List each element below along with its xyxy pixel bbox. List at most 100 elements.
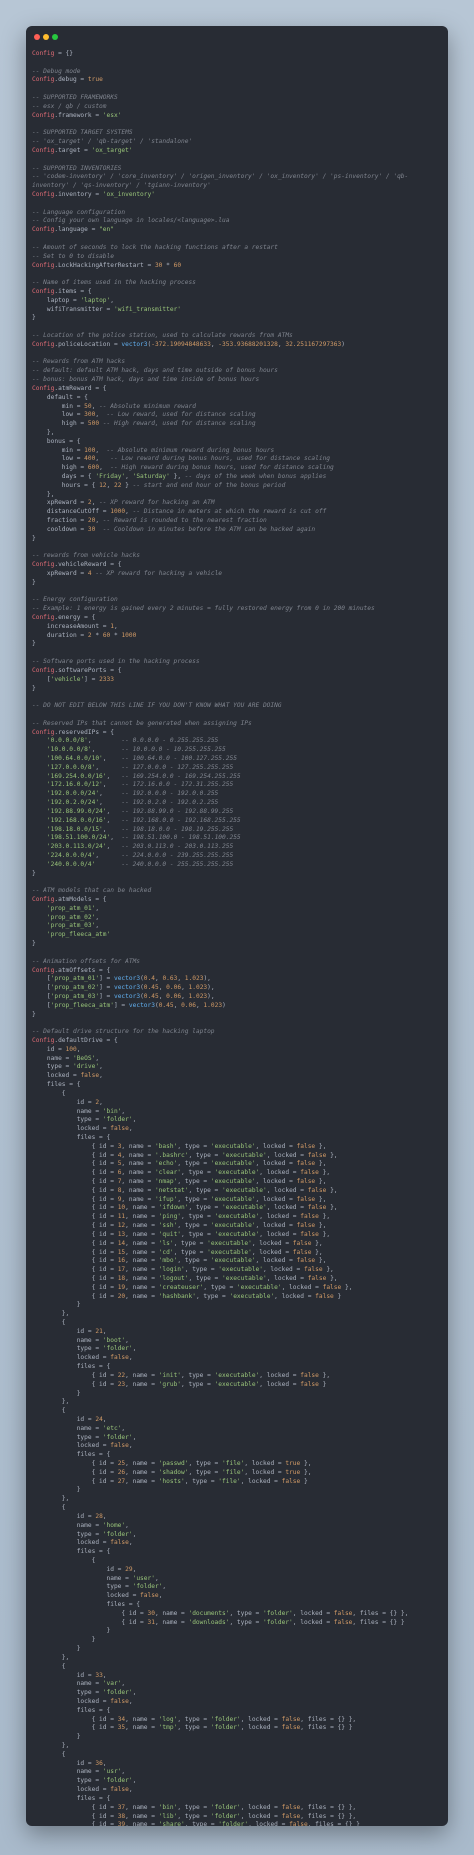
code-token: ), [203, 975, 211, 983]
code-token: 'executable' [222, 1274, 267, 1282]
code-token: locked = [32, 1125, 111, 1133]
code-token: type = [32, 1345, 103, 1353]
code-token: -- rewards from vehicle hacks [32, 552, 141, 560]
code-line: { id = 37, name = 'bin', type = 'folder'… [32, 1804, 444, 1813]
code-token: -- Config your own language in locales/<… [32, 217, 230, 225]
code-token: , type = [184, 1266, 219, 1274]
code-token: Config [32, 340, 55, 348]
code-token: 'bash' [154, 1142, 178, 1150]
code-line: { id = 20, name = 'hashbank', type = 'ex… [32, 1293, 444, 1302]
code-token: , [95, 904, 100, 912]
code-token: { id = [32, 1274, 118, 1282]
code-token: .policeLocation = [54, 340, 122, 348]
code-token: 'wifi_transmitter' [113, 305, 182, 313]
code-line: }, [32, 1495, 444, 1504]
code-token: , [99, 1063, 103, 1071]
code-token: }, [318, 1371, 331, 1379]
code-token: , name = [121, 1186, 155, 1194]
code-line: 'prop_atm_01', [32, 905, 444, 914]
code-line: -- Set to 0 to disable [32, 253, 444, 262]
code-token: 'folder' [102, 1433, 133, 1441]
code-token: 'executable' [222, 1186, 267, 1194]
code-token: , name = [125, 1477, 159, 1485]
code-token: .inventory = [54, 191, 103, 198]
code-token: , type = [181, 1371, 215, 1379]
code-token: id = [32, 1759, 96, 1767]
maximize-button[interactable] [52, 34, 58, 40]
code-token: 'bin' [158, 1803, 178, 1811]
code-line: { [32, 1663, 444, 1672]
code-token: , type = [203, 1283, 237, 1291]
code-line: -- Debug mode [32, 68, 444, 77]
code-token: { [32, 1556, 96, 1564]
code-token: }, [322, 1266, 334, 1274]
code-token: '192.168.0.0/16' [46, 816, 107, 824]
code-token: '169.254.0.0/16' [46, 772, 107, 780]
code-token: , [113, 622, 118, 630]
code-line: '100.64.0.0/10', -- 100.64.0.0 - 100.127… [32, 755, 444, 764]
minimize-button[interactable] [43, 34, 49, 40]
code-token: 'ls' [158, 1239, 174, 1247]
code-token: , [121, 1768, 126, 1776]
code-token: id = [32, 1098, 96, 1106]
code-token: 29 [125, 1565, 133, 1573]
code-token: , locked = [251, 1239, 293, 1247]
code-token: Config [32, 614, 55, 621]
code-token: 1000 [121, 631, 137, 639]
code-token: -- 192.0.2.0 - 192.0.2.255 [121, 799, 219, 807]
code-token: -353.93688201328 [218, 340, 278, 348]
code-token: xpReward = [32, 499, 88, 507]
code-token: 'folder' [102, 1345, 133, 1353]
code-token: '0.0.0.0/8' [46, 737, 88, 745]
code-line: { id = 31, name = 'downloads', type = 'f… [32, 1619, 444, 1628]
code-token: , [128, 1442, 133, 1450]
window-titlebar [26, 26, 448, 48]
code-token: 'hashbank' [158, 1292, 196, 1300]
code-token: 'folder' [262, 1609, 293, 1617]
code-token: ] = [84, 675, 100, 683]
code-line: Config.atmOffsets = { [32, 967, 444, 976]
code-token: , files = {} }, [300, 1715, 357, 1723]
code-token: -- 169.254.0.0 - 169.254.255.255 [121, 772, 241, 780]
code-token: false [307, 1274, 327, 1282]
code-token: 'logout' [158, 1274, 189, 1282]
code-line: { id = 10, name = 'ifdown', type = 'exec… [32, 1204, 444, 1213]
code-token: false [296, 1178, 316, 1185]
code-token: { id = [32, 1160, 118, 1168]
code-token: , [102, 825, 122, 833]
code-line: bonus = { [32, 438, 444, 447]
code-token: , name = [125, 1821, 159, 1826]
code-line: name = 'var', [32, 1680, 444, 1689]
code-token: 'executable' [210, 1257, 256, 1265]
code-token: [ [32, 984, 51, 992]
code-token: 'BeOS' [72, 1054, 96, 1062]
code-token: ] = [99, 992, 114, 1000]
code-token: { id = [32, 1239, 118, 1247]
code-line: { id = 23, name = 'grub', type = 'execut… [32, 1381, 444, 1390]
code-token: 12 [99, 481, 107, 489]
code-token: 0.06 [166, 992, 182, 1000]
code-line: days = { 'Friday', 'Saturday' }, -- days… [32, 473, 444, 482]
code-token: -- SUPPORTED FRAMEWORKS [32, 94, 118, 102]
code-token: , locked = [240, 1477, 282, 1485]
code-token: { id = [32, 1618, 148, 1626]
code-token: false [296, 1222, 316, 1230]
code-token: 'prop_fleeca_atm' [46, 931, 111, 939]
code-token: { id = [32, 1151, 118, 1159]
code-token: -- Location of the police station, used … [32, 332, 293, 339]
code-token: -- 203.0.113.0 - 203.0.113.255 [121, 843, 234, 851]
code-token: false [307, 1151, 327, 1159]
code-token: { id = [32, 1477, 118, 1485]
code-token: false [303, 1266, 323, 1274]
code-line: } [32, 1627, 444, 1636]
code-token: , locked = [259, 1380, 301, 1388]
code-token: 31 [147, 1618, 155, 1626]
code-token: locked = [32, 1786, 111, 1794]
close-button[interactable] [34, 34, 40, 40]
